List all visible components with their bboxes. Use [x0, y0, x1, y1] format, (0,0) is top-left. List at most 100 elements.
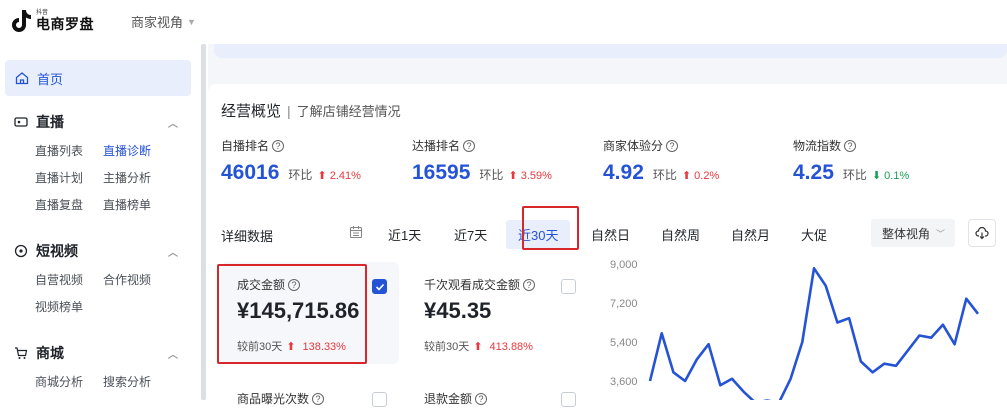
ratio-up: ⬆ 413.88% — [473, 341, 533, 353]
kpi-compare: 较前30天 ⬆ 413.88% — [424, 338, 533, 354]
logo-small-text: 抖音 — [36, 9, 49, 16]
main-content: 经营概览 | 了解店铺经营情况 自播排名? 46016 环比 ⬆ 2.41% 达… — [208, 44, 1007, 407]
metric-label: 物流指数 — [793, 139, 842, 153]
metric-label: 达播排名 — [412, 139, 461, 153]
view-switch[interactable]: 商家视角 ▼ — [131, 12, 196, 31]
calendar-icon[interactable] — [349, 225, 363, 239]
help-icon[interactable]: ? — [475, 392, 488, 405]
kpi-refund[interactable]: 退款金额? — [408, 378, 586, 408]
highlight-box-gmv — [217, 264, 367, 364]
sidebar-item-label: 首页 — [37, 71, 64, 87]
app-logo[interactable]: 抖音 电商罗盘 — [10, 8, 94, 32]
y-tick-label: 3,600 — [610, 376, 638, 388]
sidebar-item-live-ranking[interactable]: 直播榜单 — [103, 196, 183, 213]
ratio-label: 环比 — [479, 168, 504, 182]
sidebar-section-video: 短视频 ︿ 自营视频 合作视频 视频榜单 — [0, 237, 200, 315]
sidebar-item-home[interactable]: 首页 — [5, 60, 191, 96]
sidebar-section-header-video[interactable]: 短视频 ︿ — [0, 237, 200, 265]
help-icon[interactable]: ? — [463, 139, 476, 152]
sidebar: 首页 直播 ︿ 直播列表 直播诊断 直播计划 主播分析 直播复盘 直播榜单 短视… — [0, 44, 200, 400]
top-banner — [214, 44, 1007, 58]
help-icon[interactable]: ? — [844, 139, 857, 152]
kpi-gpm[interactable]: 千次观看成交金额? ¥45.35 较前30天 ⬆ 413.88% — [408, 262, 586, 364]
sidebar-item-live-plan[interactable]: 直播计划 — [35, 169, 103, 186]
sidebar-item-video-ranking[interactable]: 视频榜单 — [35, 298, 103, 315]
kpi-label: 商品曝光次数 — [237, 392, 310, 406]
title-divider: | — [287, 102, 291, 119]
ratio-up: ⬆ 0.2% — [681, 170, 720, 182]
sidebar-scrollbar[interactable] — [201, 44, 206, 400]
y-tick-label: 5,400 — [610, 337, 638, 349]
ratio-value: 0.2% — [694, 170, 720, 182]
overview-title: 经营概览 — [221, 103, 282, 120]
metric-label: 商家体验分 — [603, 139, 664, 153]
help-icon[interactable]: ? — [272, 139, 285, 152]
sidebar-item-live-diagnosis[interactable]: 直播诊断 — [103, 142, 183, 159]
live-icon — [14, 117, 28, 127]
sidebar-item-own-video[interactable]: 自营视频 — [35, 271, 103, 288]
kpi-gmv-checkbox[interactable] — [372, 279, 387, 294]
detail-controls: 详细数据 近1天 近7天 近30天 自然日 自然周 自然月 大促 整体视角 ﹀ — [221, 216, 1001, 252]
metric-label: 自播排名 — [221, 139, 270, 153]
caret-down-icon: ▼ — [187, 16, 196, 27]
sidebar-item-host-analysis[interactable]: 主播分析 — [103, 169, 183, 186]
douyin-logo-icon — [12, 10, 31, 32]
range-1d[interactable]: 近1天 — [388, 225, 421, 244]
sidebar-section-title: 直播 — [36, 114, 64, 130]
sidebar-item-live-list[interactable]: 直播列表 — [35, 142, 103, 159]
series-line — [648, 266, 980, 400]
ratio-down: ⬇ 0.1% — [871, 170, 910, 182]
chevron-up-icon[interactable]: ︿ — [168, 346, 178, 361]
ratio-value: 3.59% — [520, 170, 552, 182]
detail-label: 详细数据 — [221, 229, 274, 244]
sidebar-section-header-live[interactable]: 直播 ︿ — [0, 108, 200, 136]
view-dropdown[interactable]: 整体视角 ﹀ — [871, 219, 955, 247]
home-icon — [15, 72, 29, 85]
y-tick-label: 7,200 — [610, 298, 638, 310]
range-promotion[interactable]: 大促 — [801, 225, 827, 244]
ratio-label: 环比 — [288, 168, 313, 182]
sidebar-section-live: 直播 ︿ 直播列表 直播诊断 直播计划 主播分析 直播复盘 直播榜单 — [0, 108, 200, 213]
range-natural-month[interactable]: 自然月 — [731, 225, 770, 244]
help-icon[interactable]: ? — [523, 278, 536, 291]
sidebar-item-partner-video[interactable]: 合作视频 — [103, 271, 183, 288]
kpi-compare-label: 较前30天 — [424, 341, 470, 353]
chevron-up-icon[interactable]: ︿ — [168, 115, 178, 130]
y-tick-label: 9,000 — [610, 259, 638, 271]
metric-value: 4.25 — [793, 161, 834, 184]
range-7d[interactable]: 近7天 — [454, 225, 487, 244]
range-natural-day[interactable]: 自然日 — [591, 225, 630, 244]
metric-self-live-rank: 自播排名? 46016 环比 ⬆ 2.41% — [221, 137, 361, 185]
metric-experience-score: 商家体验分? 4.92 环比 ⬆ 0.2% — [603, 137, 719, 185]
view-switch-label: 商家视角 — [131, 15, 184, 30]
ratio-value: 2.41% — [329, 170, 361, 182]
download-button[interactable] — [968, 219, 996, 247]
metric-value: 16595 — [412, 161, 471, 184]
cloud-download-icon — [975, 226, 989, 240]
help-icon[interactable]: ? — [312, 392, 325, 405]
metric-value: 4.92 — [603, 161, 644, 184]
range-natural-week[interactable]: 自然周 — [661, 225, 700, 244]
chevron-up-icon[interactable]: ︿ — [168, 244, 178, 259]
sidebar-section-title: 商城 — [36, 345, 64, 361]
overview-subtitle: 了解店铺经营情况 — [296, 104, 401, 119]
metric-logistics-index: 物流指数? 4.25 环比 ⬇ 0.1% — [793, 137, 909, 185]
help-icon[interactable]: ? — [666, 139, 679, 152]
sidebar-section-title: 短视频 — [36, 243, 78, 259]
highlight-box-30d — [522, 206, 579, 250]
sidebar-item-search-analysis[interactable]: 搜索分析 — [103, 373, 183, 390]
chevron-down-icon: ﹀ — [936, 228, 946, 239]
kpi-gpm-checkbox[interactable] — [561, 279, 576, 294]
sidebar-item-live-review[interactable]: 直播复盘 — [35, 196, 103, 213]
sidebar-section-header-mall[interactable]: 商城 ︿ — [0, 339, 200, 367]
check-icon — [375, 283, 385, 291]
ratio-label: 环比 — [842, 168, 867, 182]
sidebar-item-mall-analysis[interactable]: 商城分析 — [35, 373, 103, 390]
ratio-value: 0.1% — [884, 170, 910, 182]
ratio-label: 环比 — [652, 168, 677, 182]
overview-header: 经营概览 | 了解店铺经营情况 — [221, 100, 401, 121]
top-bar: 抖音 电商罗盘 商家视角 ▼ — [0, 0, 1007, 44]
video-icon — [14, 244, 28, 258]
logo-title: 电商罗盘 — [36, 15, 94, 32]
kpi-ratio-value: 413.88% — [489, 341, 533, 353]
